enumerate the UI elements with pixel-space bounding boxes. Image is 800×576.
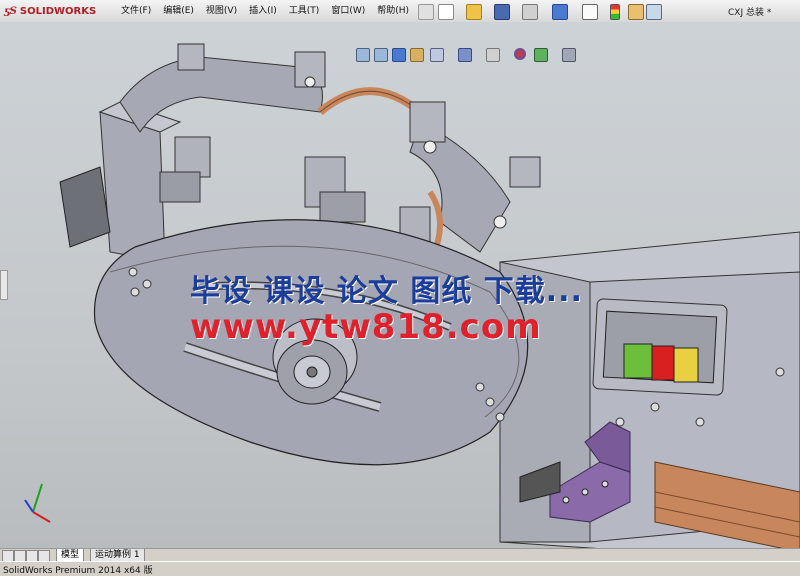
menu-view[interactable]: 视图(V) (200, 4, 243, 18)
heads-up-view-toolbar (0, 44, 800, 64)
options-icon[interactable] (646, 4, 662, 20)
appearance-icon[interactable] (514, 48, 526, 60)
file-properties-icon[interactable] (628, 4, 644, 20)
menu-file[interactable]: 文件(F) (115, 4, 157, 18)
graphics-viewport[interactable]: 毕设 课设 论文 图纸 下载... www.ytw818.com (0, 22, 800, 548)
view-settings-icon[interactable] (562, 48, 576, 62)
status-text: SolidWorks Premium 2014 x64 版 (3, 566, 153, 576)
menu-edit[interactable]: 编辑(E) (157, 4, 200, 18)
document-title: CXJ 总装 * (728, 8, 772, 18)
axis-triad (24, 483, 51, 523)
undo-icon[interactable] (552, 4, 568, 20)
rebuild-icon[interactable] (610, 4, 620, 20)
watermark-line-2: www.ytw818.com (190, 307, 542, 347)
status-bar: SolidWorks Premium 2014 x64 版 (0, 561, 800, 576)
zoom-area-icon[interactable] (374, 48, 388, 62)
hide-show-icon[interactable] (486, 48, 500, 62)
print-icon[interactable] (522, 4, 538, 20)
solidworks-logo: ƽS SOLIDWORKS (4, 5, 97, 17)
display-style-icon[interactable] (458, 48, 472, 62)
watermark-line-1: 毕设 课设 论文 图纸 下载... (190, 274, 583, 309)
view-orientation-icon[interactable] (430, 48, 444, 62)
brand-name: SOLIDWORKS (19, 5, 97, 17)
panel-expand-handle[interactable] (0, 270, 8, 300)
previous-view-icon[interactable] (392, 48, 406, 62)
section-view-icon[interactable] (410, 48, 424, 62)
menu-insert[interactable]: 插入(I) (243, 4, 283, 18)
select-icon[interactable] (582, 4, 598, 20)
model-tabs-bar: 模型 运动算例 1 (0, 548, 800, 562)
pin-icon[interactable] (418, 4, 434, 20)
menu-bar: 文件(F) 编辑(E) 视图(V) 插入(I) 工具(T) 窗口(W) 帮助(H… (115, 4, 415, 18)
menu-window[interactable]: 窗口(W) (325, 4, 371, 18)
new-document-icon[interactable] (438, 4, 454, 20)
zoom-to-fit-icon[interactable] (356, 48, 370, 62)
save-icon[interactable] (494, 4, 510, 20)
menu-help[interactable]: 帮助(H) (371, 4, 415, 18)
open-folder-icon[interactable] (466, 4, 482, 20)
scene-icon[interactable] (534, 48, 548, 62)
title-bar: ƽS SOLIDWORKS 文件(F) 编辑(E) 视图(V) 插入(I) 工具… (0, 0, 800, 23)
menu-tools[interactable]: 工具(T) (283, 4, 326, 18)
control-button-panel (592, 298, 728, 396)
